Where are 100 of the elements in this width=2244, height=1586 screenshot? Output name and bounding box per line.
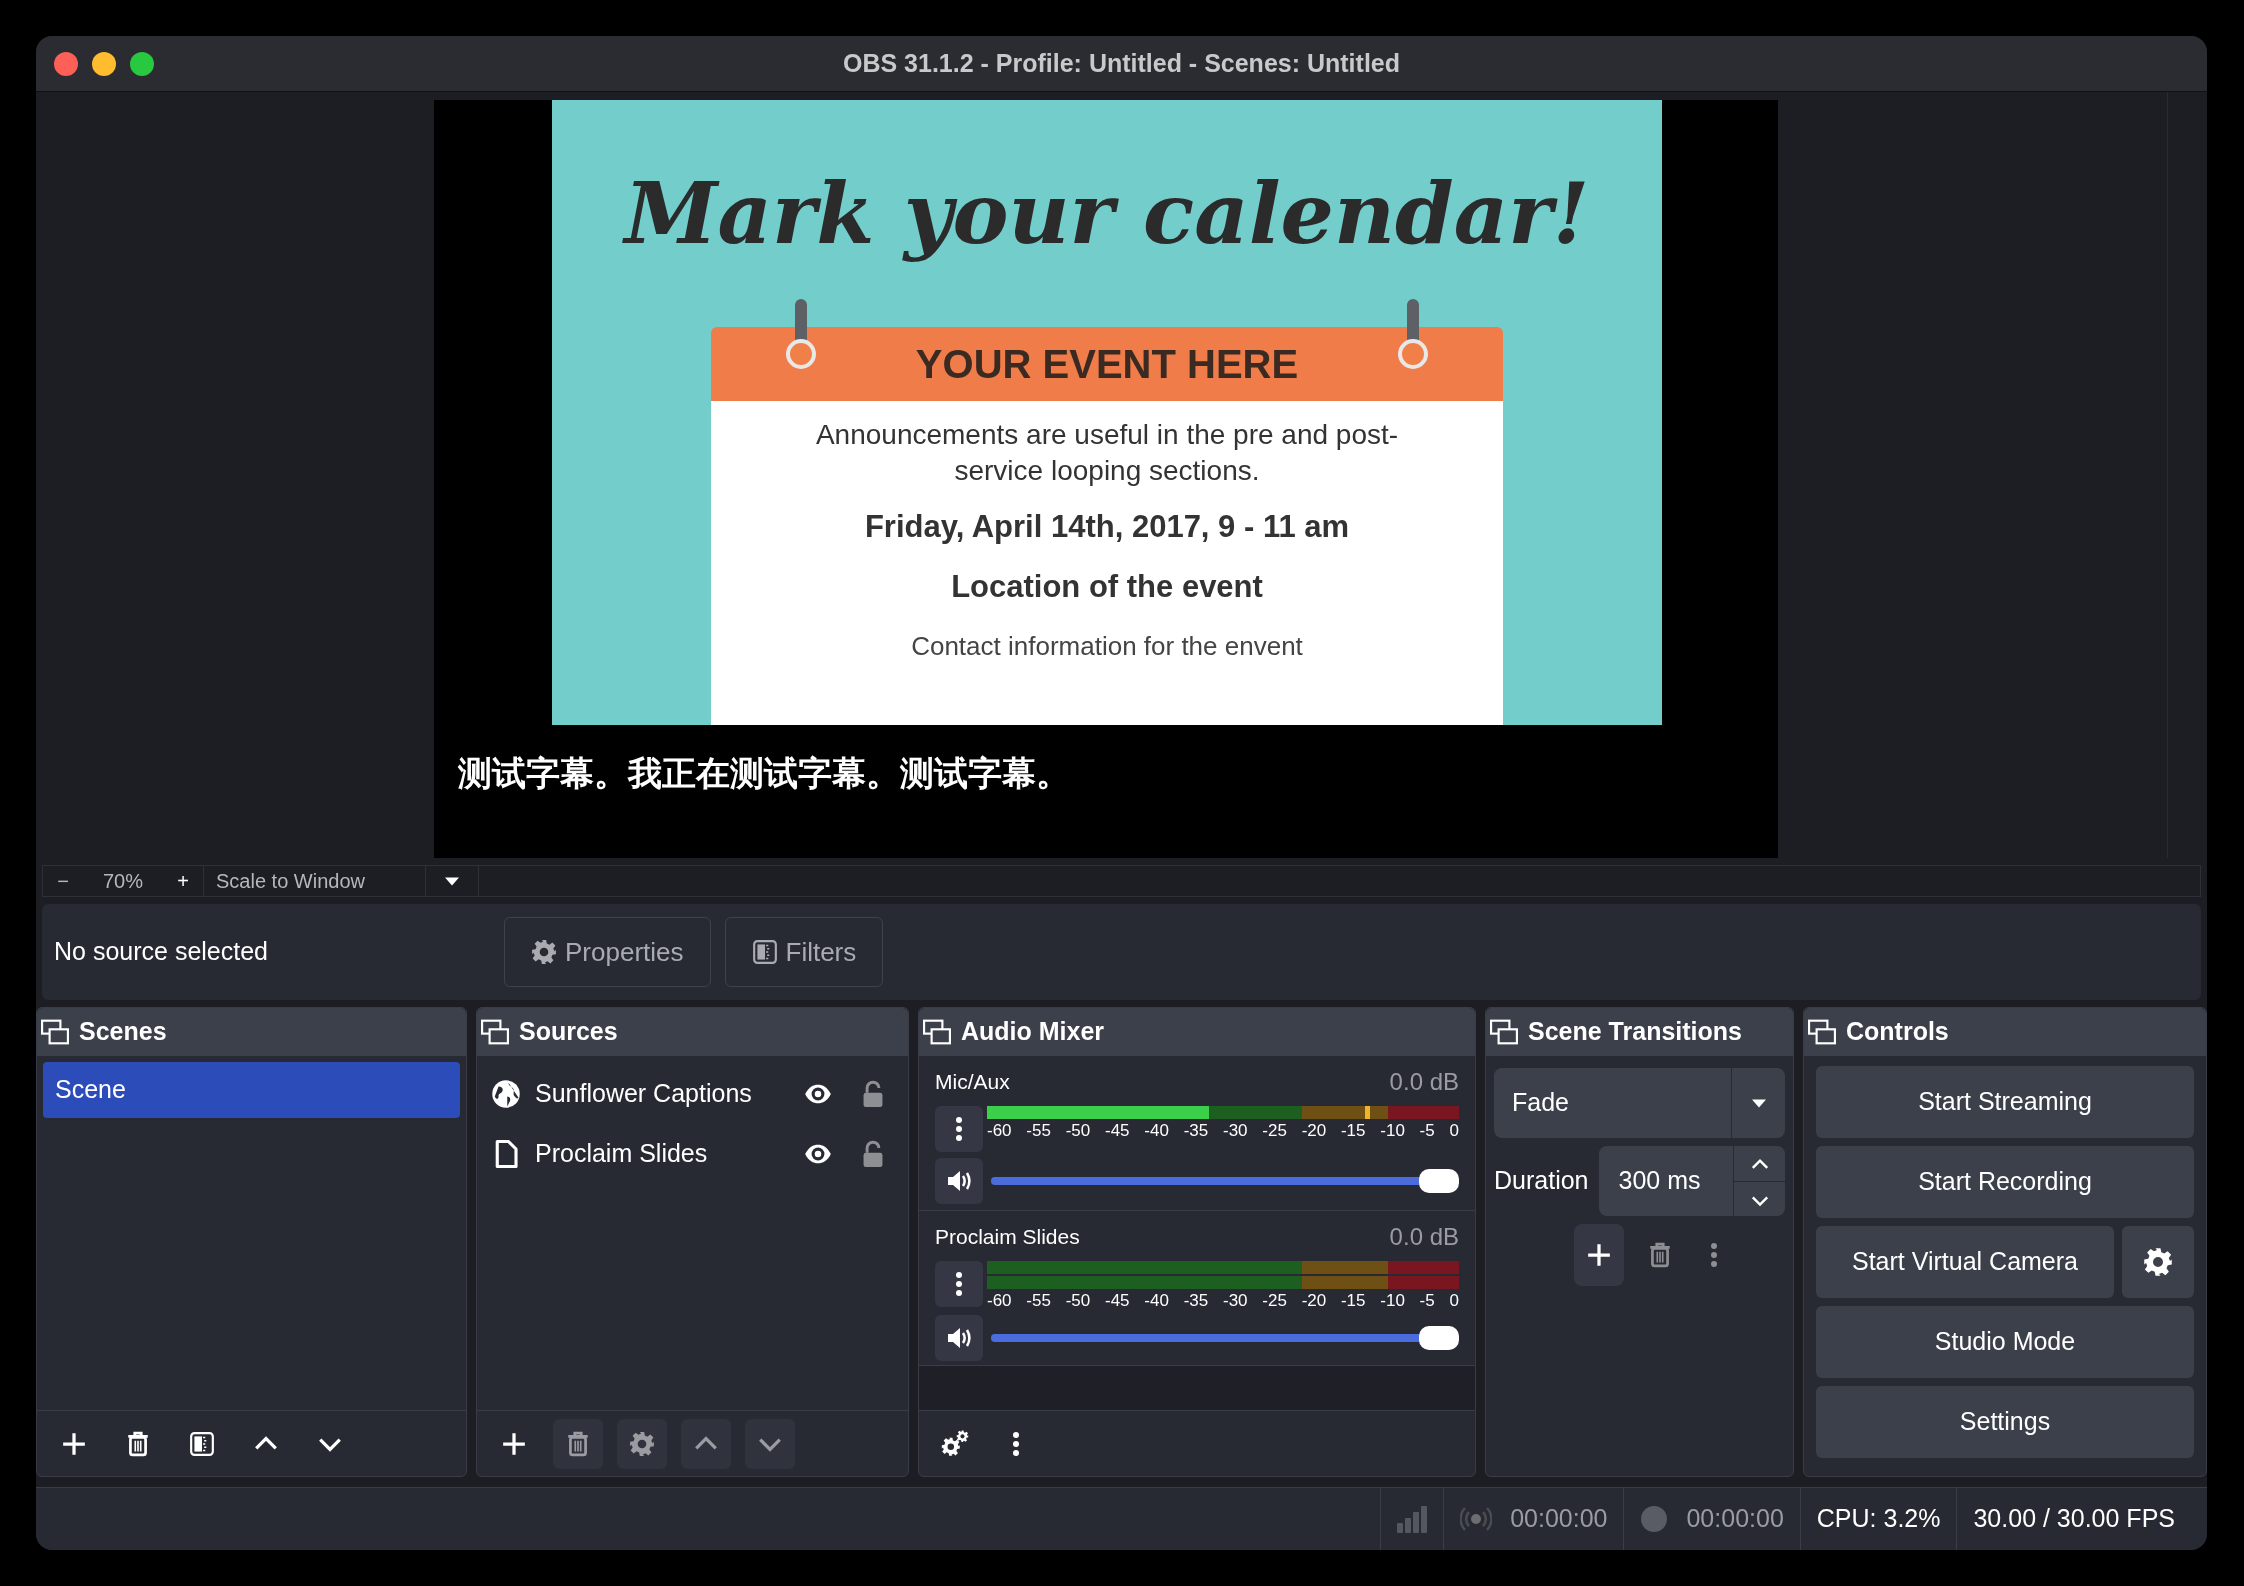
trash-icon — [1647, 1241, 1673, 1269]
broadcast-icon — [1460, 1506, 1493, 1532]
channel-name: Mic/Aux — [935, 1069, 1010, 1096]
scene-item[interactable]: Scene — [43, 1062, 460, 1118]
mute-button[interactable] — [935, 1158, 983, 1204]
control-button[interactable]: Start Recording — [1816, 1146, 2194, 1218]
scale-label: -50 — [1065, 1292, 1091, 1309]
volume-reading: 0.0 dB — [1389, 1222, 1459, 1252]
kebab-icon — [1710, 1242, 1718, 1268]
window-title: OBS 31.1.2 - Profile: Untitled - Scenes: Untitled — [841, 47, 1401, 79]
plus-icon — [1586, 1242, 1612, 1268]
gears-icon — [939, 1429, 971, 1458]
slide-text: Contact information for the envent — [911, 629, 1303, 663]
scale-label: -45 — [1105, 1122, 1130, 1139]
gear-icon — [629, 1430, 655, 1457]
fps-readout: 30.00 / 30.00 FPS — [1973, 1503, 2175, 1535]
scale-label: -55 — [1026, 1292, 1051, 1309]
dock-windows-icon — [1490, 1019, 1518, 1045]
kebab-icon — [955, 1116, 963, 1142]
kebab-icon — [1012, 1429, 1020, 1458]
scale-label: -5 — [1419, 1292, 1435, 1309]
scale-mode-dropdown[interactable]: Scale to Window — [203, 866, 425, 896]
slide-heading: Mark your calendar! — [624, 164, 1590, 265]
source-status: No source selected — [54, 936, 269, 968]
scale-label: -10 — [1380, 1122, 1405, 1139]
trash-icon — [125, 1430, 151, 1457]
gear-icon — [531, 939, 557, 965]
scale-label: -45 — [1105, 1292, 1130, 1309]
minimize-button[interactable] — [92, 51, 116, 76]
gear-icon — [2143, 1247, 2173, 1277]
scale-label: 0 — [1449, 1292, 1459, 1309]
record-timer: 00:00:00 — [1686, 1503, 1784, 1535]
control-button[interactable]: Start Streaming — [1816, 1066, 2194, 1138]
filters-button[interactable]: Filters — [724, 917, 884, 987]
channel-name: Proclaim Slides — [935, 1224, 1080, 1251]
zoom-level: 70% — [102, 869, 144, 894]
scale-label: -40 — [1144, 1292, 1169, 1309]
scale-label: 0 — [1449, 1122, 1459, 1139]
scale-label: -20 — [1301, 1292, 1327, 1309]
scale-label: -15 — [1340, 1292, 1366, 1309]
control-button[interactable]: Studio Mode — [1816, 1306, 2194, 1378]
close-button[interactable] — [54, 51, 78, 76]
cpu-usage: CPU: 3.2% — [1816, 1503, 1941, 1535]
control-button[interactable]: Settings — [1816, 1386, 2194, 1458]
scale-label: -20 — [1301, 1122, 1327, 1139]
zoom-button[interactable] — [130, 51, 154, 76]
scale-label: -15 — [1340, 1122, 1366, 1139]
source-name[interactable]: Proclaim Slides — [535, 1135, 788, 1173]
duration-field[interactable]: 300 ms — [1598, 1146, 1785, 1216]
transition-dropdown[interactable]: Fade — [1494, 1068, 1785, 1138]
stream-timer: 00:00:00 — [1510, 1503, 1608, 1535]
slide-text: Location of the event — [951, 568, 1263, 607]
mute-button[interactable] — [935, 1315, 983, 1361]
scale-label: -30 — [1222, 1122, 1248, 1139]
scale-label: -50 — [1065, 1122, 1091, 1139]
event-banner: YOUR EVENT HERE — [711, 326, 1503, 401]
channel-menu-button[interactable] — [935, 1106, 983, 1152]
filter-icon — [189, 1430, 215, 1457]
scale-label: -35 — [1183, 1122, 1209, 1139]
volume-slider[interactable] — [991, 1326, 1459, 1350]
kebab-icon — [955, 1271, 963, 1297]
duration-label: Duration — [1494, 1165, 1589, 1197]
slide-text: Friday, April 14th, 2017, 9 - 11 am — [864, 507, 1350, 546]
scale-label: -5 — [1419, 1122, 1435, 1139]
virtual-camera-settings-button[interactable] — [2122, 1226, 2194, 1298]
scale-label: -25 — [1262, 1122, 1287, 1139]
zoom-out-button[interactable]: − — [43, 866, 83, 896]
volume-reading: 0.0 dB — [1389, 1067, 1459, 1097]
add-transition-button[interactable] — [1574, 1224, 1624, 1286]
scale-label: -55 — [1026, 1122, 1051, 1139]
volume-slider[interactable] — [991, 1169, 1459, 1193]
dock-title: Audio Mixer — [961, 1016, 1105, 1048]
slide-text: Announcements are useful in the pre and post-service looping sections. — [814, 417, 1400, 489]
scale-label: -60 — [987, 1292, 1012, 1309]
control-button[interactable]: Start Virtual Camera — [1816, 1226, 2114, 1298]
trash-icon — [565, 1430, 591, 1457]
channel-menu-button[interactable] — [935, 1261, 983, 1307]
dock-title: Scenes — [79, 1016, 167, 1048]
properties-button[interactable]: Properties — [504, 917, 711, 987]
scale-label: -30 — [1222, 1292, 1248, 1309]
plus-icon — [501, 1430, 527, 1457]
dock-windows-icon — [41, 1019, 69, 1045]
source-name[interactable]: Sunflower Captions — [535, 1075, 788, 1113]
dock-title: Controls — [1846, 1016, 1949, 1048]
zoom-in-button[interactable]: + — [163, 866, 203, 896]
signal-bars-icon — [1397, 1505, 1428, 1533]
dock-title: Scene Transitions — [1528, 1016, 1742, 1048]
scale-label: -35 — [1183, 1292, 1209, 1309]
caption-text: 测试字幕。我正在测试字幕。测试字幕。 — [458, 753, 1070, 794]
globe-icon — [491, 1079, 521, 1109]
source-properties-button[interactable] — [617, 1418, 667, 1469]
filter-icon — [751, 939, 778, 965]
dock-title: Sources — [519, 1016, 618, 1048]
scale-label: -10 — [1380, 1292, 1405, 1309]
dock-windows-icon — [923, 1019, 951, 1045]
dock-windows-icon — [481, 1019, 509, 1045]
scale-label: -60 — [987, 1122, 1012, 1139]
scale-label: -25 — [1262, 1292, 1287, 1309]
plus-icon — [61, 1430, 87, 1457]
dock-windows-icon — [1808, 1019, 1836, 1045]
